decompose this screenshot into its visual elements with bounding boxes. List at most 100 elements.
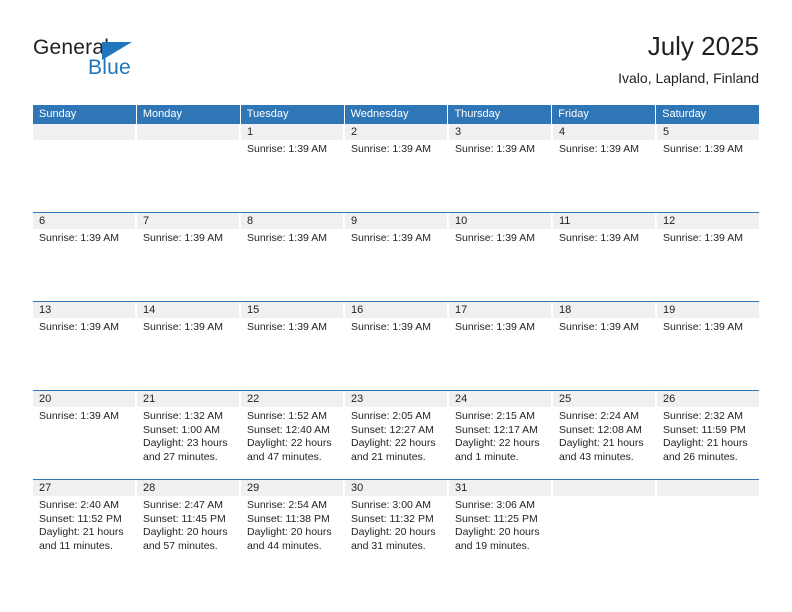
day-number-8[interactable]: 8 <box>241 213 345 229</box>
day-number-17[interactable]: 17 <box>449 302 553 318</box>
day-detail-row: Sunrise: 2:40 AM Sunset: 11:52 PM Daylight… <box>33 496 759 562</box>
day-cell-31[interactable]: Sunrise: 3:06 AM Sunset: 11:25 PM Daylight… <box>449 496 553 562</box>
day-cell-18[interactable]: Sunrise: 1:39 AM <box>553 318 657 390</box>
day-info-line: Sunrise: 1:39 AM <box>143 232 223 244</box>
day-info-line: Daylight: 21 hours <box>559 437 644 450</box>
day-info-line: and 26 minutes. <box>663 450 738 463</box>
day-cell-17[interactable]: Sunrise: 1:39 AM <box>449 318 553 390</box>
weekday-header-saturday: Saturday <box>656 105 760 124</box>
day-number-21[interactable]: 21 <box>137 391 241 407</box>
day-number-9[interactable]: 9 <box>345 213 449 229</box>
day-number-27[interactable]: 27 <box>33 480 137 496</box>
day-cell-10[interactable]: Sunrise: 1:39 AM <box>449 229 553 301</box>
day-cell-29[interactable]: Sunrise: 2:54 AM Sunset: 11:38 PM Daylight… <box>241 496 345 562</box>
day-number-1[interactable]: 1 <box>241 124 345 140</box>
day-number-4[interactable]: 4 <box>553 124 657 140</box>
day-info-line: Daylight: 22 hours <box>455 437 540 450</box>
day-number-6[interactable]: 6 <box>33 213 137 229</box>
day-cell-4[interactable]: Sunrise: 1:39 AM <box>553 140 657 212</box>
day-cell-28[interactable]: Sunrise: 2:47 AM Sunset: 11:45 PM Daylight… <box>137 496 241 562</box>
day-cell-19[interactable]: Sunrise: 1:39 AM <box>657 318 759 390</box>
day-cell-1[interactable]: Sunrise: 1:39 AM <box>241 140 345 212</box>
day-number-13[interactable]: 13 <box>33 302 137 318</box>
day-cell-14[interactable]: Sunrise: 1:39 AM <box>137 318 241 390</box>
day-info-line: Sunset: 11:52 PM <box>39 512 122 525</box>
day-cell-13[interactable]: Sunrise: 1:39 AM <box>33 318 137 390</box>
day-info-line: and 19 minutes. <box>455 539 530 552</box>
day-info-line: Sunset: 1:00 AM <box>143 423 221 436</box>
day-info-line: Sunrise: 1:39 AM <box>351 143 431 155</box>
day-number-11[interactable]: 11 <box>553 213 657 229</box>
day-info-line: Sunrise: 2:24 AM <box>559 410 639 422</box>
day-cell-11[interactable]: Sunrise: 1:39 AM <box>553 229 657 301</box>
day-cell-30[interactable]: Sunrise: 3:00 AM Sunset: 11:32 PM Daylight… <box>345 496 449 562</box>
logo-text-blue: Blue <box>88 56 131 79</box>
day-number-14[interactable]: 14 <box>137 302 241 318</box>
day-number-28[interactable]: 28 <box>137 480 241 496</box>
day-number-19[interactable]: 19 <box>657 302 759 318</box>
day-number-3[interactable]: 3 <box>449 124 553 140</box>
day-cell-16[interactable]: Sunrise: 1:39 AM <box>345 318 449 390</box>
day-number-12[interactable]: 12 <box>657 213 759 229</box>
day-cell-7[interactable]: Sunrise: 1:39 AM <box>137 229 241 301</box>
day-info-line: Sunrise: 1:39 AM <box>39 321 119 333</box>
day-cell-empty <box>137 140 241 212</box>
day-cell-5[interactable]: Sunrise: 1:39 AM <box>657 140 759 212</box>
day-info-line: Sunset: 11:32 PM <box>351 512 434 525</box>
day-number-5[interactable]: 5 <box>657 124 759 140</box>
day-cell-25[interactable]: Sunrise: 2:24 AM Sunset: 12:08 AM Daylight… <box>553 407 657 479</box>
day-info-line: Sunrise: 1:39 AM <box>455 321 535 333</box>
day-number-22[interactable]: 22 <box>241 391 345 407</box>
day-cell-empty <box>553 496 657 562</box>
day-cell-26[interactable]: Sunrise: 2:32 AM Sunset: 11:59 PM Daylight… <box>657 407 759 479</box>
calendar-week-row: 6 7 8 9 10 11 12 Sunrise: 1:39 AM Sunrise: 1:39 … <box>33 212 759 301</box>
weekday-header-wednesday: Wednesday <box>344 105 449 124</box>
day-info-line: and 31 minutes. <box>351 539 426 552</box>
day-number-empty <box>553 480 657 496</box>
page-header: General Blue July 2025 Ivalo, Lapland, F… <box>33 30 759 102</box>
day-number-25[interactable]: 25 <box>553 391 657 407</box>
day-number-16[interactable]: 16 <box>345 302 449 318</box>
day-number-10[interactable]: 10 <box>449 213 553 229</box>
day-info-line: Sunrise: 1:39 AM <box>663 232 743 244</box>
day-cell-22[interactable]: Sunrise: 1:52 AM Sunset: 12:40 AM Daylight… <box>241 407 345 479</box>
day-info-line: Sunrise: 1:39 AM <box>143 321 223 333</box>
day-number-29[interactable]: 29 <box>241 480 345 496</box>
day-info-line: Sunrise: 3:00 AM <box>351 499 431 511</box>
day-number-row: 13 14 15 16 17 18 19 <box>33 302 759 318</box>
day-number-7[interactable]: 7 <box>137 213 241 229</box>
day-number-2[interactable]: 2 <box>345 124 449 140</box>
day-detail-row: Sunrise: 1:39 AM Sunrise: 1:32 AM Sunset: … <box>33 407 759 479</box>
day-cell-12[interactable]: Sunrise: 1:39 AM <box>657 229 759 301</box>
calendar-week-row: 13 14 15 16 17 18 19 Sunrise: 1:39 AM Sunrise: 1… <box>33 301 759 390</box>
day-cell-21[interactable]: Sunrise: 1:32 AM Sunset: 1:00 AM Daylight:… <box>137 407 241 479</box>
day-cell-15[interactable]: Sunrise: 1:39 AM <box>241 318 345 390</box>
day-info-line: Sunrise: 1:39 AM <box>39 232 119 244</box>
day-info-line: Daylight: 21 hours <box>663 437 748 450</box>
day-info-line: and 43 minutes. <box>559 450 634 463</box>
day-cell-2[interactable]: Sunrise: 1:39 AM <box>345 140 449 212</box>
day-number-31[interactable]: 31 <box>449 480 553 496</box>
day-cell-23[interactable]: Sunrise: 2:05 AM Sunset: 12:27 AM Daylight… <box>345 407 449 479</box>
day-info-line: and 57 minutes. <box>143 539 218 552</box>
day-info-line: and 1 minute. <box>455 450 519 463</box>
day-info-line: Sunset: 12:27 AM <box>351 423 434 436</box>
day-cell-9[interactable]: Sunrise: 1:39 AM <box>345 229 449 301</box>
day-info-line: Sunrise: 1:39 AM <box>351 321 431 333</box>
day-cell-6[interactable]: Sunrise: 1:39 AM <box>33 229 137 301</box>
day-cell-8[interactable]: Sunrise: 1:39 AM <box>241 229 345 301</box>
day-cell-20[interactable]: Sunrise: 1:39 AM <box>33 407 137 479</box>
day-number-24[interactable]: 24 <box>449 391 553 407</box>
day-info-line: Sunrise: 3:06 AM <box>455 499 535 511</box>
day-number-26[interactable]: 26 <box>657 391 759 407</box>
day-cell-27[interactable]: Sunrise: 2:40 AM Sunset: 11:52 PM Daylight… <box>33 496 137 562</box>
day-info-line: Sunrise: 1:39 AM <box>247 143 327 155</box>
day-number-20[interactable]: 20 <box>33 391 137 407</box>
day-number-23[interactable]: 23 <box>345 391 449 407</box>
day-number-15[interactable]: 15 <box>241 302 345 318</box>
day-cell-24[interactable]: Sunrise: 2:15 AM Sunset: 12:17 AM Daylight… <box>449 407 553 479</box>
day-number-18[interactable]: 18 <box>553 302 657 318</box>
day-cell-3[interactable]: Sunrise: 1:39 AM <box>449 140 553 212</box>
day-number-row: 20 21 22 23 24 25 26 <box>33 391 759 407</box>
day-number-30[interactable]: 30 <box>345 480 449 496</box>
